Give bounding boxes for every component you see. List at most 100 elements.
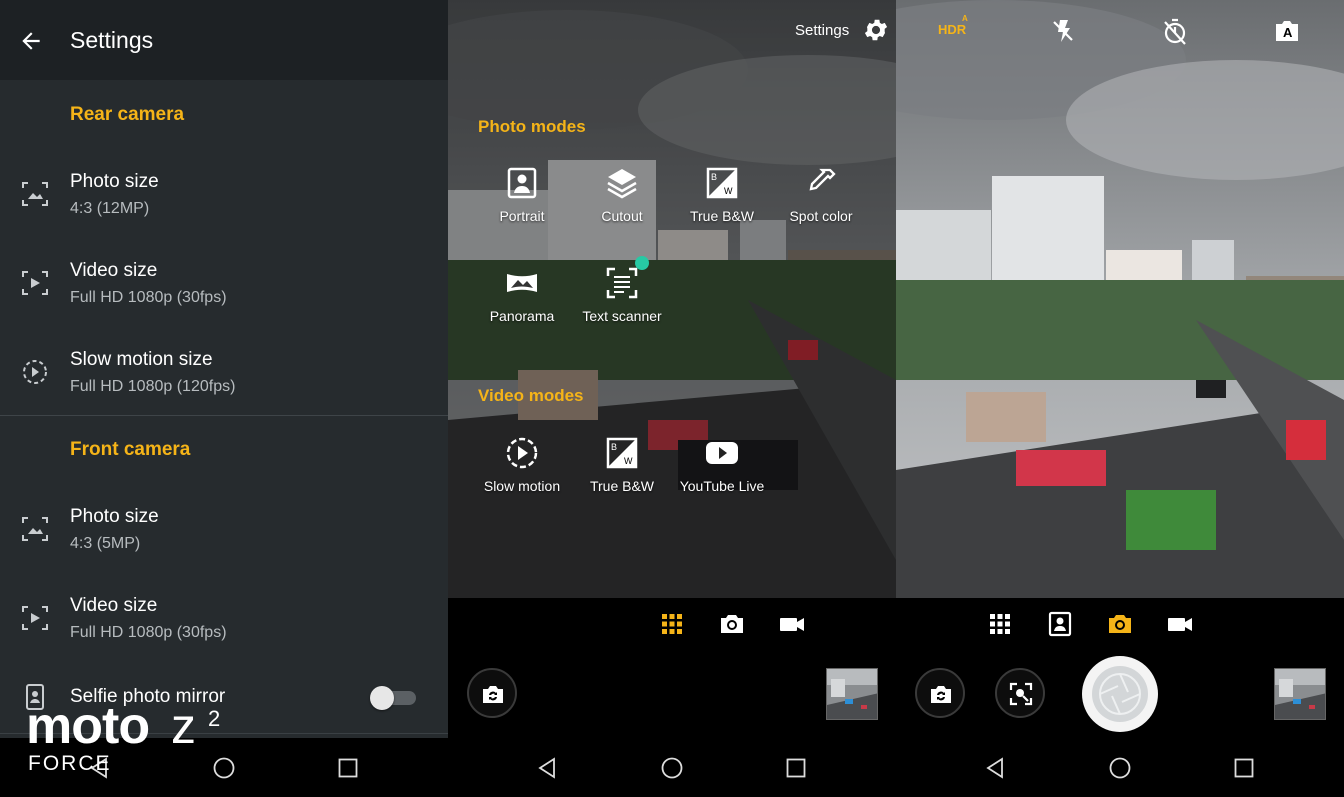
setting-value: Full HD 1080p (30fps)	[70, 624, 227, 641]
youtube-icon	[706, 442, 738, 464]
setting-label: Slow motion size	[70, 349, 213, 370]
section-rear-camera: Rear camera	[70, 104, 185, 125]
camera-icon[interactable]	[1106, 610, 1134, 638]
setting-label: Video size	[70, 260, 158, 281]
photo-size-icon	[22, 182, 48, 206]
gallery-thumbnail[interactable]	[826, 668, 878, 720]
video-size-icon	[22, 606, 48, 630]
slow-motion-icon	[506, 437, 538, 469]
svg-text:W: W	[724, 186, 733, 196]
true-bw-icon: B W	[706, 167, 738, 199]
switch-camera-button[interactable]	[915, 668, 965, 718]
lens-button[interactable]	[995, 668, 1045, 718]
svg-text:B: B	[711, 172, 717, 182]
logo-z-text: z	[171, 698, 196, 754]
mode-youtube-live[interactable]: YouTube Live	[667, 436, 777, 496]
camera-preview	[896, 0, 1344, 598]
settings-screen: Settings Rear camera Photo size 4:3 (12M…	[0, 0, 448, 797]
mode-label: Text scanner	[582, 308, 662, 324]
back-arrow-icon[interactable]	[18, 28, 44, 54]
front-photo-size-row[interactable]: Photo size 4:3 (5MP)	[0, 490, 448, 570]
mode-label: YouTube Live	[679, 478, 765, 494]
nav-recents-icon[interactable]	[1232, 756, 1256, 780]
setting-label: Photo size	[70, 171, 159, 192]
video-camera-icon[interactable]	[1166, 610, 1194, 638]
rear-video-size-row[interactable]: Video size Full HD 1080p (30fps)	[0, 244, 448, 324]
camera-icon[interactable]	[718, 610, 746, 638]
toggle-knob	[370, 686, 394, 710]
logo-superscript: 2	[208, 706, 221, 731]
flash-off-icon[interactable]	[1048, 16, 1078, 46]
setting-value: Full HD 1080p (30fps)	[70, 289, 227, 306]
mode-label: Portrait	[499, 208, 545, 224]
svg-text:W: W	[624, 456, 633, 466]
true-bw-icon: B W	[606, 437, 638, 469]
front-video-size-row[interactable]: Video size Full HD 1080p (30fps)	[0, 579, 448, 659]
selfie-mirror-toggle[interactable]	[370, 686, 416, 710]
mode-label: Cutout	[601, 208, 643, 224]
mode-label: True B&W	[589, 478, 655, 494]
mode-spot-color[interactable]: Spot color	[766, 166, 876, 226]
slow-motion-icon	[23, 360, 47, 384]
setting-value: 4:3 (5MP)	[70, 535, 141, 552]
nav-back-icon[interactable]	[984, 756, 1008, 780]
setting-value: Full HD 1080p (120fps)	[70, 378, 236, 395]
navigation-bar	[448, 738, 896, 797]
nav-back-icon[interactable]	[536, 756, 560, 780]
mode-label: True B&W	[689, 208, 755, 224]
mode-video-true-bw[interactable]: B W True B&W	[567, 436, 677, 496]
mode-text-scanner[interactable]: Text scanner	[567, 266, 677, 326]
mode-cutout[interactable]: Cutout	[567, 166, 677, 226]
page-title: Settings	[70, 27, 154, 53]
video-size-icon	[22, 271, 48, 295]
hdr-label[interactable]: HDR	[938, 22, 966, 37]
mode-label: Slow motion	[483, 478, 561, 494]
modes-grid-icon[interactable]	[658, 610, 686, 638]
logo-force-text: FORCE	[28, 752, 112, 775]
hdr-auto-badge: A	[962, 14, 968, 23]
aperture-icon	[1099, 673, 1141, 715]
logo-moto-text: moto	[26, 697, 150, 755]
nav-home-icon[interactable]	[660, 756, 684, 780]
nav-recents-icon[interactable]	[336, 756, 360, 780]
modes-grid-icon[interactable]	[986, 610, 1014, 638]
switch-camera-icon	[483, 686, 503, 703]
camera-modes-screen: Settings Photo modes Portrait Cutout B W…	[448, 0, 896, 797]
rear-photo-size-row[interactable]: Photo size 4:3 (12MP)	[0, 155, 448, 235]
text-scanner-icon	[606, 267, 638, 299]
nav-home-icon[interactable]	[1108, 756, 1132, 780]
new-mode-indicator	[635, 256, 649, 270]
video-modes-heading: Video modes	[478, 386, 584, 405]
settings-app-bar: Settings	[0, 0, 448, 80]
nav-recents-icon[interactable]	[784, 756, 808, 780]
section-divider	[0, 415, 448, 416]
panorama-icon	[507, 274, 537, 292]
mode-panorama[interactable]: Panorama	[467, 266, 577, 326]
svg-text:B: B	[611, 442, 617, 452]
video-camera-icon[interactable]	[778, 610, 806, 638]
shutter-inner	[1092, 666, 1148, 722]
switch-camera-button[interactable]	[467, 668, 517, 718]
auto-mode-badge: A	[1283, 25, 1293, 40]
timer-off-icon[interactable]	[1160, 16, 1190, 46]
camera-settings-label[interactable]: Settings	[795, 22, 849, 39]
switch-camera-icon	[931, 686, 951, 703]
shutter-button[interactable]	[1082, 656, 1158, 732]
camera-viewfinder-screen: HDR A A	[896, 0, 1344, 797]
mode-slow-motion[interactable]: Slow motion	[467, 436, 577, 496]
cutout-icon	[607, 169, 637, 199]
navigation-bar	[896, 738, 1344, 797]
setting-label: Photo size	[70, 506, 159, 527]
portrait-mode-icon[interactable]	[1046, 610, 1074, 638]
portrait-icon	[507, 167, 537, 199]
rear-slow-motion-size-row[interactable]: Slow motion size Full HD 1080p (120fps)	[0, 333, 448, 413]
gallery-thumbnail[interactable]	[1274, 668, 1326, 720]
gear-icon[interactable]	[862, 16, 890, 44]
mode-portrait[interactable]: Portrait	[467, 166, 577, 226]
mode-true-bw[interactable]: B W True B&W	[667, 166, 777, 226]
setting-label: Video size	[70, 595, 158, 616]
setting-value: 4:3 (12MP)	[70, 200, 150, 217]
spot-color-icon	[809, 168, 836, 191]
mode-label: Spot color	[789, 208, 853, 224]
lens-icon	[1009, 682, 1033, 706]
